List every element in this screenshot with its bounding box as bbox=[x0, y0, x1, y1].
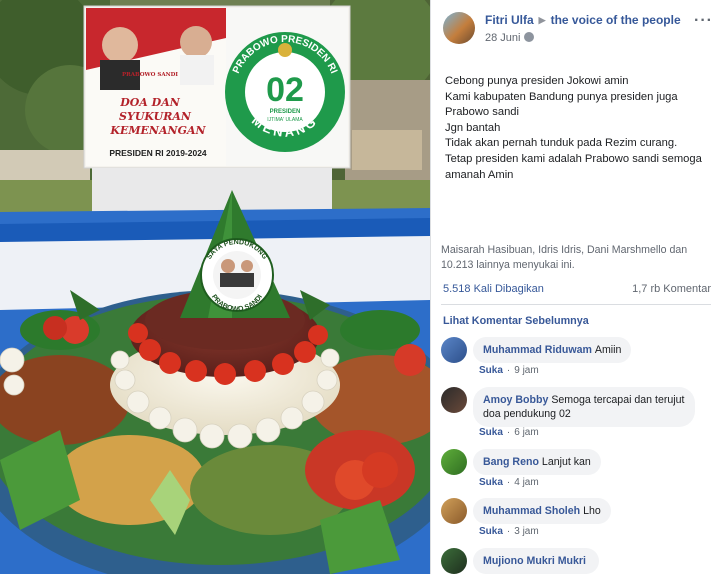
post-text-line: Kami kabupaten Bandung punya presiden ju… bbox=[445, 90, 678, 103]
arrow-right-icon: ▶ bbox=[538, 15, 546, 25]
comment-bubble: Amoy Bobby Semoga tercapai dan terujut doa… bbox=[473, 387, 695, 427]
banner-title-3: KEMENANGAN bbox=[109, 124, 206, 137]
post-photo[interactable]: PRABOWO SANDI DOA DAN SYUKURAN KEMENANGA… bbox=[0, 0, 430, 574]
commenter-avatar[interactable] bbox=[441, 498, 467, 524]
target-page-link[interactable]: the voice of the people bbox=[551, 13, 681, 27]
banner-sub: PRESIDEN bbox=[270, 109, 301, 115]
view-previous-comments-link[interactable]: Lihat Komentar Sebelumnya bbox=[443, 315, 589, 327]
comment-item: Muhammad Riduwam Amiin Suka · 9 jam bbox=[441, 337, 713, 379]
comment-text: doa pendukung 02 bbox=[483, 408, 571, 420]
globe-icon bbox=[524, 32, 535, 42]
commenter-name[interactable]: Muhammad Sholeh bbox=[483, 505, 580, 517]
comment-item: Muhammad Sholeh Lho Suka · 3 jam bbox=[441, 498, 713, 540]
post-text-line: Jgn bantah bbox=[445, 121, 501, 134]
post-text-line: Prabowo sandi bbox=[445, 106, 520, 119]
divider bbox=[441, 304, 711, 305]
post-date-line: 28 Juni bbox=[485, 32, 535, 44]
comment-like-button[interactable]: Suka bbox=[479, 526, 503, 537]
author-avatar[interactable] bbox=[443, 12, 475, 44]
post-text-line: amanah Amin bbox=[445, 168, 514, 181]
comment-like-button[interactable]: Suka bbox=[479, 365, 503, 376]
author-line: Fitri Ulfa ▶ the voice of the people bbox=[485, 13, 681, 27]
comment-text: Lho bbox=[583, 505, 601, 517]
post-text-line: Tetap presiden kami adalah Prabowo sandi… bbox=[445, 152, 702, 165]
banner-small-label: PRABOWO SANDI bbox=[122, 72, 178, 78]
comment-actions: Suka · 4 jam bbox=[479, 477, 539, 488]
commenter-avatar[interactable] bbox=[441, 548, 467, 574]
post-text-line: Tidak akan pernah tunduk pada Rezim cura… bbox=[445, 137, 678, 150]
post-side-panel: Fitri Ulfa ▶ the voice of the people 28 Ju… bbox=[430, 0, 720, 574]
commenter-name[interactable]: Muhammad Riduwam bbox=[483, 344, 592, 356]
shares-count-link[interactable]: 5.518 Kali Dibagikan bbox=[443, 283, 544, 295]
comment-text: Lanjut kan bbox=[541, 456, 591, 468]
post-date[interactable]: 28 Juni bbox=[485, 32, 520, 44]
comment-item: Mujiono Mukri Mukri bbox=[441, 548, 713, 574]
commenter-name[interactable]: Amoy Bobby bbox=[483, 394, 548, 406]
comment-item: Bang Reno Lanjut kan Suka · 4 jam bbox=[441, 449, 713, 491]
comment-time[interactable]: 4 jam bbox=[514, 477, 538, 488]
comment-bubble: Muhammad Sholeh Lho bbox=[473, 498, 611, 524]
comment-time[interactable]: 6 jam bbox=[514, 427, 538, 438]
comment-actions: Suka · 3 jam bbox=[479, 526, 539, 537]
comment-bubble: Bang Reno Lanjut kan bbox=[473, 449, 601, 475]
more-options-button[interactable]: ··· bbox=[694, 12, 713, 30]
campaign-banner: PRABOWO SANDI DOA DAN SYUKURAN KEMENANGA… bbox=[83, 5, 351, 214]
author-name-link[interactable]: Fitri Ulfa bbox=[485, 13, 534, 27]
banner-title-1: DOA DAN bbox=[119, 96, 181, 109]
comment-like-button[interactable]: Suka bbox=[479, 427, 503, 438]
comment-actions: Suka · 9 jam bbox=[479, 365, 539, 376]
banner-footer: PRESIDEN RI 2019-2024 bbox=[109, 148, 207, 158]
comment-actions: Suka · 6 jam bbox=[479, 427, 539, 438]
comment-text: Amiin bbox=[594, 344, 622, 356]
commenter-avatar[interactable] bbox=[441, 449, 467, 475]
commenter-name[interactable]: Bang Reno bbox=[483, 456, 539, 468]
reactions-summary[interactable]: Maisarah Hasibuan, Idris Idris, Dani Mar… bbox=[441, 243, 711, 272]
comments-count-link[interactable]: 1,7 rb Komentar bbox=[632, 283, 711, 295]
commenter-avatar[interactable] bbox=[441, 387, 467, 413]
commenter-avatar[interactable] bbox=[441, 337, 467, 363]
comment-time[interactable]: 9 jam bbox=[514, 365, 538, 376]
banner-title-2: SYUKURAN bbox=[119, 110, 192, 123]
post-header: Fitri Ulfa ▶ the voice of the people 28 Ju… bbox=[443, 10, 713, 50]
comment-time[interactable]: 3 jam bbox=[514, 526, 538, 537]
photo-illustration: PRABOWO SANDI DOA DAN SYUKURAN KEMENANGA… bbox=[0, 0, 430, 574]
commenter-name[interactable]: Mujiono Mukri Mukri bbox=[483, 555, 586, 567]
comment-bubble: Muhammad Riduwam Amiin bbox=[473, 337, 632, 363]
facebook-photo-viewer: PRABOWO SANDI DOA DAN SYUKURAN KEMENANGA… bbox=[0, 0, 720, 574]
comment-text: Semoga tercapai dan terujut bbox=[551, 394, 685, 406]
post-stats: 5.518 Kali Dibagikan 1,7 rb Komentar bbox=[443, 283, 711, 299]
comment-bubble: Mujiono Mukri Mukri bbox=[473, 548, 599, 574]
comment-like-button[interactable]: Suka bbox=[479, 477, 503, 488]
post-text-line: Cebong punya presiden Jokowi amin bbox=[445, 75, 629, 87]
banner-number: 02 bbox=[266, 71, 304, 109]
comment-item: Amoy Bobby Semoga tercapai dan terujut doa… bbox=[441, 387, 713, 443]
post-text: Cebong punya presiden Jokowi amin Kami k… bbox=[445, 74, 707, 183]
